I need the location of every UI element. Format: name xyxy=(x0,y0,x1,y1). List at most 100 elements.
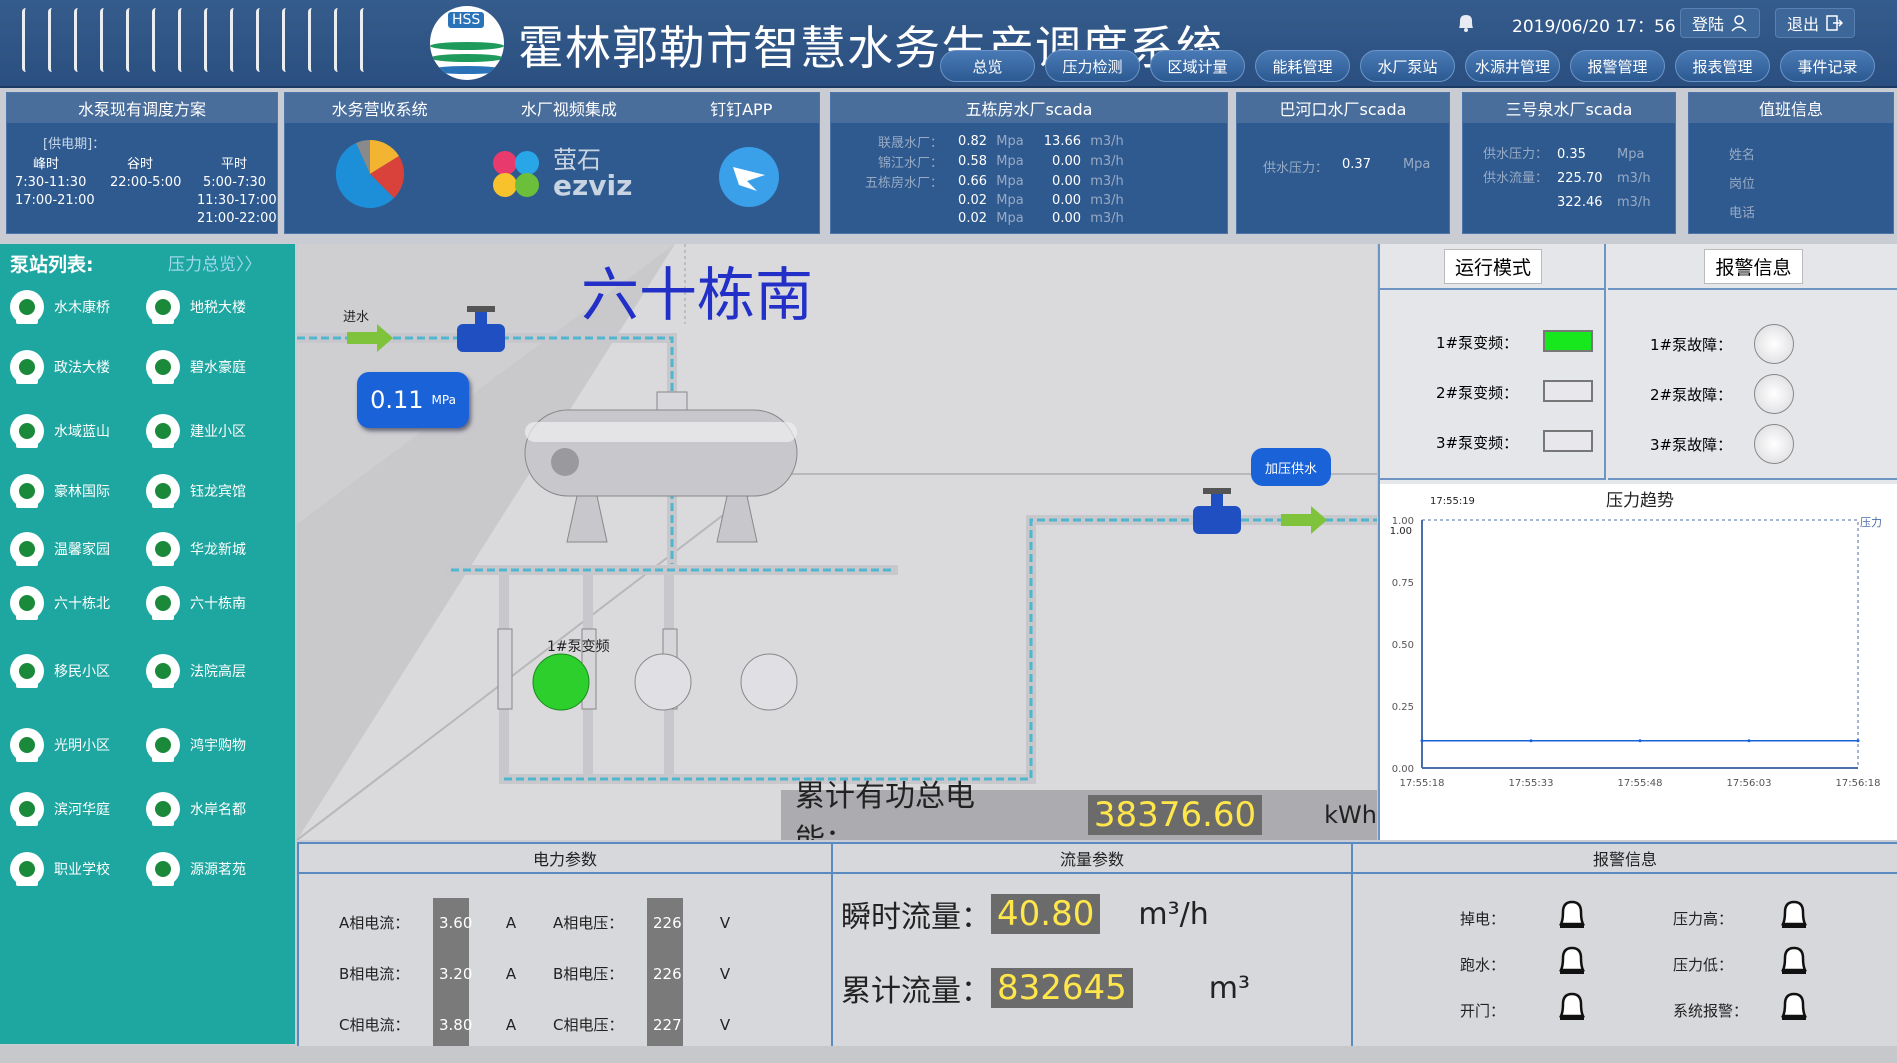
dingding-app-icon[interactable] xyxy=(717,145,781,209)
pump-station-icon xyxy=(10,290,44,324)
alarm-bell-icon xyxy=(1558,992,1586,1020)
pump-alarm-box: 报警信息 1#泵故障： 2#泵故障： 3#泵故障： xyxy=(1608,244,1897,480)
station-item[interactable]: 钰龙宾馆 xyxy=(146,474,246,508)
pump-station-icon xyxy=(10,586,44,620)
inst-flow-unit: m³/h xyxy=(1138,896,1209,932)
total-flow-unit: m³ xyxy=(1208,970,1251,1006)
pressure-overview-link[interactable]: 压力总览〉〉 xyxy=(168,250,262,275)
fault-2-label: 2#泵故障： xyxy=(1650,386,1733,404)
pressure-unit: MPa xyxy=(431,393,456,407)
pressure-bubble: 0.11 MPa xyxy=(357,372,469,428)
pump-station-icon xyxy=(146,350,180,384)
station-item[interactable]: 政法大楼 xyxy=(10,350,110,384)
schedule-panel: 水泵现有调度方案 [供电期]： 峰时 谷时 平时 7:30-11:30 17:0… xyxy=(6,92,278,234)
station-item[interactable]: 鸿宇购物 xyxy=(146,728,246,762)
station-name: 华龙新城 xyxy=(190,542,246,558)
ezviz-flower-icon xyxy=(493,151,539,197)
flat-2: 11:30-17:00 xyxy=(197,193,277,208)
sanhao-flow: 225.70 xyxy=(1557,171,1603,186)
logout-button[interactable]: 退出 xyxy=(1775,8,1855,38)
sanhao-pressure: 0.35 xyxy=(1557,147,1586,162)
mode-2-label: 2#泵变频： xyxy=(1436,384,1519,402)
power-row: B相电流： 3.20 A B相电压： 226 V xyxy=(339,949,767,1000)
pump-station-icon xyxy=(146,728,180,762)
sanhao-pressure-label: 供水压力： xyxy=(1483,147,1549,162)
sanhao-pressure-unit: Mpa xyxy=(1617,147,1645,162)
station-item[interactable]: 碧水豪庭 xyxy=(146,350,246,384)
inst-flow-value: 40.80 xyxy=(991,894,1101,934)
power-title: 电力参数 xyxy=(299,844,831,874)
nav-overview[interactable]: 总览 xyxy=(940,50,1035,82)
station-item[interactable]: 职业学校 xyxy=(10,852,110,886)
station-name: 碧水豪庭 xyxy=(190,360,246,376)
pump-station-icon xyxy=(10,532,44,566)
hss-logo: HSS xyxy=(430,6,504,80)
station-item[interactable]: 华龙新城 xyxy=(146,532,246,566)
pump-1-icon[interactable] xyxy=(532,653,590,711)
power-row: A相电流： 3.60 A A相电压： 226 V xyxy=(339,898,767,949)
nav-wells[interactable]: 水源井管理 xyxy=(1465,50,1560,82)
ezviz-logo[interactable]: 萤石 ezviz xyxy=(485,143,632,205)
station-name: 政法大楼 xyxy=(54,360,110,376)
peak-2: 17:00-21:00 xyxy=(15,193,95,208)
login-button[interactable]: 登陆 xyxy=(1680,8,1760,38)
alarm-label: 跑水： xyxy=(1460,956,1506,974)
col-flat: 平时 xyxy=(221,157,248,172)
nav-alarms[interactable]: 报警管理 xyxy=(1570,50,1665,82)
pump-2-icon[interactable] xyxy=(634,653,692,711)
nav-reports[interactable]: 报表管理 xyxy=(1675,50,1770,82)
station-item[interactable]: 水木康桥 xyxy=(10,290,110,324)
station-item[interactable]: 光明小区 xyxy=(10,728,110,762)
run-mode-title: 运行模式 xyxy=(1443,248,1542,284)
trend-legend: 压力 xyxy=(1860,516,1882,529)
station-item[interactable]: 六十栋北 xyxy=(10,586,110,620)
alarm-bell-icon xyxy=(1558,946,1586,974)
alarm-label: 系统报警： xyxy=(1673,1002,1749,1020)
nav-energy[interactable]: 能耗管理 xyxy=(1255,50,1350,82)
station-name: 地税大楼 xyxy=(190,300,246,316)
station-item[interactable]: 移民小区 xyxy=(10,654,110,688)
station-item[interactable]: 法院高层 xyxy=(146,654,246,688)
energy-label: 累计有功总电能： xyxy=(795,779,975,840)
station-name: 建业小区 xyxy=(190,424,246,440)
bottom-panel: 电力参数 A相电流： 3.60 A A相电压： 226 V B相电流： 3.20 A B相电压：… xyxy=(297,842,1897,1051)
pump-station-icon xyxy=(146,474,180,508)
alarm-info: 报警信息 掉电： 跑水： 开门： 压力高： 压力低： 系统报警： xyxy=(1351,842,1897,1046)
station-item[interactable]: 源源茗苑 xyxy=(146,852,246,886)
billing-pie-icon[interactable] xyxy=(333,137,407,211)
col-peak: 峰时 xyxy=(33,157,60,172)
station-item[interactable]: 温馨家园 xyxy=(10,532,110,566)
total-flow-value: 832645 xyxy=(991,968,1133,1008)
y-tick-label: 0.75 xyxy=(1392,578,1414,589)
mode-3-indicator xyxy=(1543,430,1593,452)
alarm-label: 掉电： xyxy=(1460,910,1506,928)
nav-metering[interactable]: 区域计量 xyxy=(1150,50,1245,82)
station-name: 鸿宇购物 xyxy=(190,738,246,754)
station-item[interactable]: 水域蓝山 xyxy=(10,414,110,448)
nav-events[interactable]: 事件记录 xyxy=(1780,50,1875,82)
notification-bell-icon[interactable] xyxy=(1455,12,1477,34)
station-name: 六十栋南 xyxy=(190,596,246,612)
status-bar xyxy=(0,1046,1897,1063)
pump-3-icon[interactable] xyxy=(740,653,798,711)
station-name: 源源茗苑 xyxy=(190,862,246,878)
station-item[interactable]: 地税大楼 xyxy=(146,290,246,324)
station-item[interactable]: 建业小区 xyxy=(146,414,246,448)
station-item[interactable]: 六十栋南 xyxy=(146,586,246,620)
flat-1: 5:00-7:30 xyxy=(203,175,267,190)
station-item[interactable]: 水岸名都 xyxy=(146,792,246,826)
duty-panel: 值班信息 姓名 岗位 电话 xyxy=(1688,92,1894,234)
nav-pressure[interactable]: 压力检测 xyxy=(1045,50,1140,82)
pressure-trend: 压力趋势 1.00 0.75 0.50 0.25 0.00 17:55:18 17:55:33… xyxy=(1380,484,1897,840)
station-item[interactable]: 豪林国际 xyxy=(10,474,110,508)
station-item[interactable]: 滨河华庭 xyxy=(10,792,110,826)
alarm-label: 开门： xyxy=(1460,1002,1506,1020)
x-tick-label: 17:55:33 xyxy=(1509,778,1554,789)
nav-pumps[interactable]: 水厂泵站 xyxy=(1360,50,1455,82)
mode-2-indicator xyxy=(1543,380,1593,402)
logo-text: HSS xyxy=(448,12,485,28)
station-list-title: 泵站列表: xyxy=(10,254,94,276)
y-tick-label: 0.50 xyxy=(1392,640,1414,651)
fault-2-lamp xyxy=(1754,374,1794,414)
pump-station-icon xyxy=(10,350,44,384)
